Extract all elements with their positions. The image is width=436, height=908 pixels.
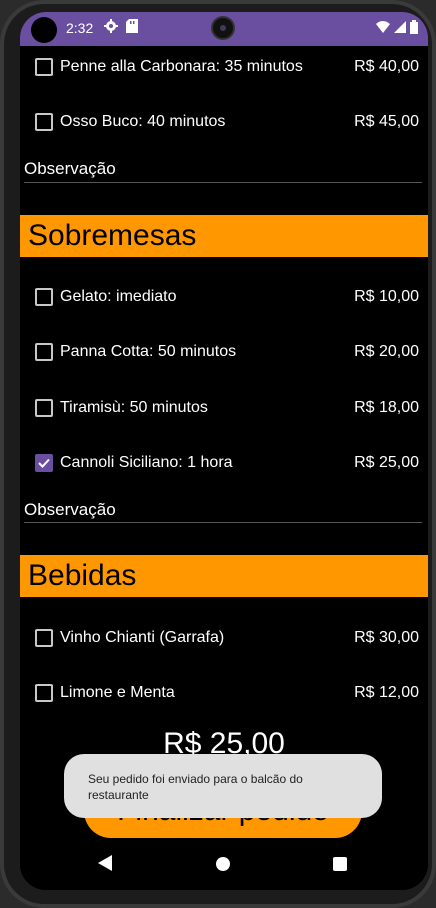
status-bar: 2:32 <box>20 12 428 46</box>
item-checkbox[interactable] <box>35 399 53 417</box>
item-label: Penne alla Carbonara: 35 minutos <box>60 58 303 75</box>
item-price: R$ 20,00 <box>354 343 419 360</box>
section-title: Sobremesas <box>28 219 197 252</box>
observation-underline <box>24 522 422 523</box>
item-label: Tiramisù: 50 minutos <box>60 399 208 416</box>
toast-message: Seu pedido foi enviado para o balcão do … <box>64 754 382 818</box>
item-price: R$ 40,00 <box>354 58 419 75</box>
item-checkbox[interactable] <box>35 343 53 361</box>
phone-bezel: 2:32 Penne alla Carbonara: 35 minutos R$… <box>4 4 432 904</box>
list-item[interactable]: Gelato: imediato R$ 10,00 <box>20 277 428 317</box>
item-label: Gelato: imediato <box>60 288 177 305</box>
item-checkbox[interactable] <box>35 629 53 647</box>
item-label: Osso Buco: 40 minutos <box>60 113 226 130</box>
observation-field[interactable]: Observação <box>24 500 116 520</box>
phone-frame: 2:32 Penne alla Carbonara: 35 minutos R$… <box>0 0 436 908</box>
home-icon[interactable] <box>216 857 230 871</box>
item-checkbox[interactable] <box>35 684 53 702</box>
item-price: R$ 25,00 <box>354 454 419 471</box>
wifi-icon <box>376 21 390 33</box>
item-checkbox-checked[interactable] <box>35 454 53 472</box>
item-label: Vinho Chianti (Garrafa) <box>60 629 225 646</box>
item-checkbox[interactable] <box>35 288 53 306</box>
item-label: Limone e Menta <box>60 684 175 701</box>
list-item[interactable]: Cannoli Siciliano: 1 hora R$ 25,00 <box>20 443 428 483</box>
item-price: R$ 10,00 <box>354 288 419 305</box>
item-price: R$ 12,00 <box>354 684 419 701</box>
item-price: R$ 18,00 <box>354 399 419 416</box>
list-item[interactable]: Vinho Chianti (Garrafa) R$ 30,00 <box>20 618 428 658</box>
observation-underline <box>24 182 422 183</box>
camera-cutout <box>31 17 57 43</box>
section-header-sobremesas: Sobremesas <box>20 215 428 257</box>
status-time: 2:32 <box>66 20 94 36</box>
checkmark-icon <box>38 458 50 468</box>
item-label: Panna Cotta: 50 minutos <box>60 343 237 360</box>
signal-icon <box>394 21 406 33</box>
navigation-bar <box>20 840 428 890</box>
item-checkbox[interactable] <box>35 58 53 76</box>
sd-card-icon <box>126 19 138 33</box>
screen: 2:32 Penne alla Carbonara: 35 minutos R$… <box>20 12 428 890</box>
front-camera <box>211 16 235 40</box>
item-checkbox[interactable] <box>35 113 53 131</box>
battery-icon <box>410 20 418 34</box>
item-price: R$ 30,00 <box>354 629 419 646</box>
recent-apps-icon[interactable] <box>333 857 347 871</box>
item-price: R$ 45,00 <box>354 113 419 130</box>
settings-icon <box>104 19 118 33</box>
list-item[interactable]: Limone e Menta R$ 12,00 <box>20 673 428 713</box>
observation-field[interactable]: Observação <box>24 159 116 179</box>
status-icons <box>376 20 418 34</box>
section-header-bebidas: Bebidas <box>20 555 428 597</box>
list-item[interactable]: Osso Buco: 40 minutos R$ 45,00 <box>20 102 428 142</box>
section-title: Bebidas <box>28 559 137 592</box>
list-item[interactable]: Penne alla Carbonara: 35 minutos R$ 40,0… <box>20 47 428 87</box>
list-item[interactable]: Tiramisù: 50 minutos R$ 18,00 <box>20 388 428 428</box>
back-icon[interactable] <box>97 854 113 872</box>
list-item[interactable]: Panna Cotta: 50 minutos R$ 20,00 <box>20 332 428 372</box>
item-label: Cannoli Siciliano: 1 hora <box>60 454 233 471</box>
